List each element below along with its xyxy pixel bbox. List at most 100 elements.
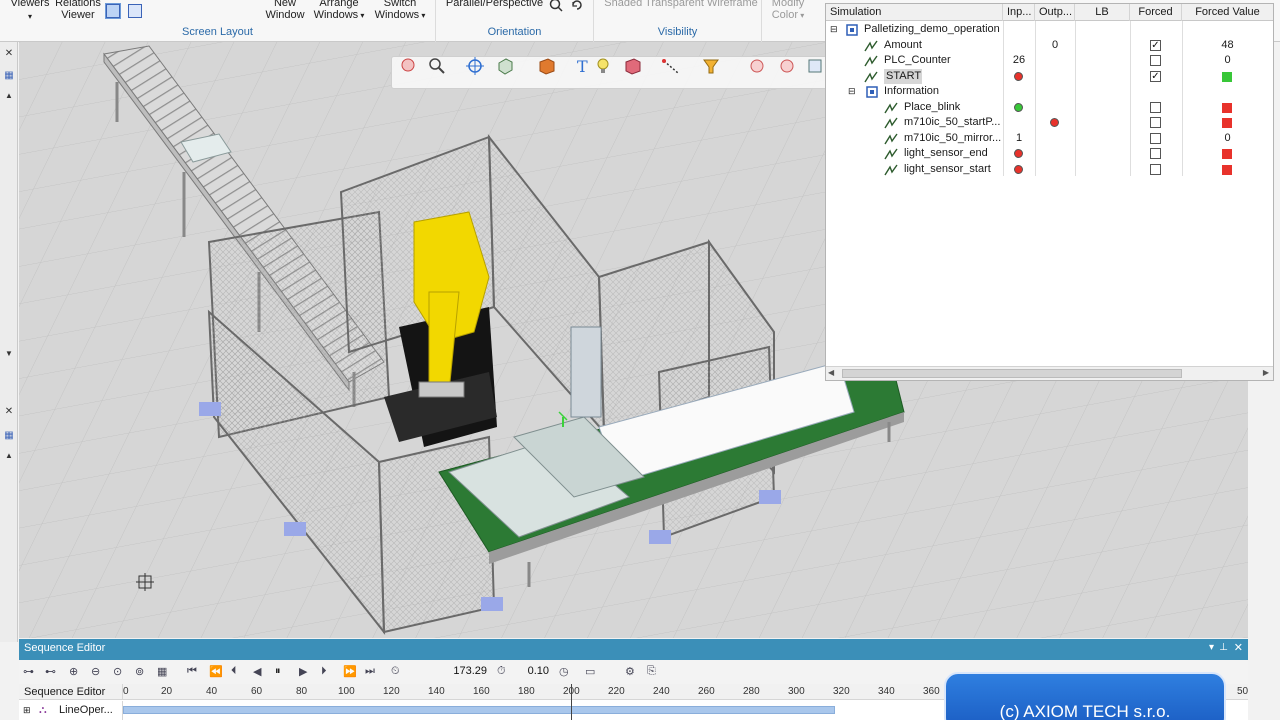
sim-row[interactable]: START ✓ xyxy=(826,68,1273,84)
zoom-fit-icon[interactable] xyxy=(549,0,563,12)
snapshot-icon[interactable] xyxy=(748,57,766,75)
col-lb[interactable]: LB xyxy=(1075,4,1130,21)
zoom-select-icon[interactable] xyxy=(400,57,418,75)
sim-row[interactable]: PLC_Counter 26 0 xyxy=(826,53,1273,69)
sim-row[interactable]: Place_blink xyxy=(826,100,1273,116)
viewers-button[interactable]: Viewers xyxy=(9,0,51,23)
sim-row[interactable]: light_sensor_end xyxy=(826,146,1273,162)
next-frame-icon[interactable]: ⏵ xyxy=(321,665,327,678)
close-icon[interactable]: ✕ xyxy=(3,406,15,418)
time-step-field[interactable]: 0.10 xyxy=(519,665,549,677)
step-forward-icon[interactable]: ⏩ xyxy=(343,665,357,678)
collapse-icon[interactable]: ⊟ xyxy=(848,84,858,100)
sim-row[interactable]: Amount 0 ✓ 48 xyxy=(826,38,1273,54)
zoom-in-icon[interactable]: ⊕ xyxy=(69,665,78,678)
zoom-fit-icon[interactable]: ⊙ xyxy=(113,665,122,678)
expand-icon[interactable]: ⊞ xyxy=(23,705,31,716)
text-tool-icon[interactable]: T xyxy=(574,57,592,75)
sim-row[interactable]: m710ic_50_mirror... 1 0 xyxy=(826,131,1273,147)
zoom-select-icon[interactable]: ⊚ xyxy=(135,665,144,678)
forced-checkbox[interactable]: ✓ xyxy=(1150,39,1161,51)
arrange-windows-button[interactable]: Arrange Windows xyxy=(311,0,367,22)
display-mode-buttons[interactable]: Shaded Transparent Wireframe xyxy=(602,0,760,9)
unlink-icon[interactable]: ⊷ xyxy=(45,665,56,678)
scroll-up-icon[interactable]: ▲ xyxy=(3,90,15,102)
forced-checkbox[interactable] xyxy=(1150,163,1161,175)
col-input[interactable]: Inp... xyxy=(1003,4,1035,21)
clock-icon[interactable]: ◷ xyxy=(559,665,569,678)
play-reverse-icon[interactable]: ◀ xyxy=(253,665,261,678)
center-view-icon[interactable] xyxy=(466,57,484,75)
export-icon[interactable]: ⎘ xyxy=(647,665,656,678)
forced-value-red[interactable] xyxy=(1222,118,1232,128)
relations-viewer-button[interactable]: Relations Viewer xyxy=(54,0,102,21)
edit-view-icon[interactable] xyxy=(128,4,142,18)
scroll-right-icon[interactable]: ▶ xyxy=(1263,368,1269,377)
sim-row[interactable]: ⊟ Information xyxy=(826,84,1273,100)
measure-icon[interactable] xyxy=(662,57,680,75)
forced-value[interactable]: 0 xyxy=(1182,131,1273,147)
grid-view-icon[interactable]: ▦ xyxy=(157,665,167,678)
pin-icon[interactable]: ⊥ xyxy=(1219,642,1228,653)
forced-checkbox[interactable] xyxy=(1150,117,1161,128)
render-mode-icon[interactable] xyxy=(538,57,556,75)
grid-view-icon[interactable] xyxy=(105,3,121,19)
scroll-left-icon[interactable]: ◀ xyxy=(828,368,834,377)
pallet-stack[interactable] xyxy=(570,326,602,418)
chevron-down-icon[interactable]: ▾ xyxy=(1209,642,1214,653)
step-back-icon[interactable]: ⏪ xyxy=(209,665,223,678)
col-forced-value[interactable]: Forced Value xyxy=(1182,4,1273,21)
sim-row[interactable]: m710ic_50_startP... xyxy=(826,115,1273,131)
section-box-icon[interactable] xyxy=(624,57,642,75)
horizontal-scrollbar[interactable]: ◀ ▶ xyxy=(826,366,1273,380)
zoom-out-icon[interactable]: ⊖ xyxy=(91,665,100,678)
new-window-button[interactable]: New Window xyxy=(262,0,308,21)
jump-to-start-icon[interactable]: ⏮ xyxy=(187,665,197,678)
forced-value[interactable]: 48 xyxy=(1182,38,1273,54)
zoom-fit-icon[interactable] xyxy=(428,57,446,75)
forced-checkbox[interactable] xyxy=(1150,55,1161,66)
forced-value-red[interactable] xyxy=(1222,102,1232,113)
forced-value-red[interactable] xyxy=(1222,149,1232,159)
pause-icon[interactable]: ⏸ xyxy=(275,665,281,678)
forced-checkbox[interactable] xyxy=(1150,148,1161,159)
jump-to-end-icon[interactable]: ⏭ xyxy=(365,665,375,678)
rotate-view-icon[interactable] xyxy=(570,0,584,12)
forced-checkbox[interactable]: ✓ xyxy=(1150,70,1161,82)
scroll-down-icon[interactable]: ▼ xyxy=(3,348,15,360)
close-icon[interactable]: ✕ xyxy=(3,48,15,60)
col-forced[interactable]: Forced xyxy=(1130,4,1182,21)
forced-checkbox[interactable] xyxy=(1150,101,1161,113)
close-icon[interactable]: ✕ xyxy=(1234,641,1243,654)
prev-frame-icon[interactable]: ⏴ xyxy=(231,665,237,678)
pick-level-icon[interactable] xyxy=(778,57,796,75)
sequence-row[interactable]: ⊞ ⛬ LineOper... xyxy=(19,701,123,720)
scroll-thumb[interactable] xyxy=(842,369,1182,378)
modify-color-button[interactable]: Modify Color xyxy=(766,0,810,22)
goto-time-icon[interactable]: ⏲ xyxy=(391,665,400,678)
time-cursor[interactable] xyxy=(571,684,572,720)
switch-windows-button[interactable]: Switch Windows xyxy=(371,0,429,22)
col-simulation[interactable]: Simulation xyxy=(826,4,1003,21)
grid-view-icon[interactable]: ▦ xyxy=(3,70,15,82)
grid-view-icon[interactable]: ▦ xyxy=(3,430,15,442)
sim-row[interactable]: light_sensor_start xyxy=(826,162,1273,178)
current-time-field[interactable]: 173.29 xyxy=(443,665,487,677)
forced-checkbox[interactable] xyxy=(1150,132,1161,144)
forced-value[interactable]: 0 xyxy=(1182,53,1273,69)
forced-value-green[interactable] xyxy=(1222,71,1232,82)
monitor-icon[interactable]: ▭ xyxy=(585,665,595,678)
col-output[interactable]: Outp... xyxy=(1035,4,1075,21)
link-icon[interactable]: ⊶ xyxy=(23,665,34,678)
settings-icon[interactable]: ⚙ xyxy=(625,665,635,678)
view-cube-icon[interactable] xyxy=(496,57,514,75)
selection-icon[interactable] xyxy=(806,57,824,75)
parallel-perspective-button[interactable]: Parallel/Perspective xyxy=(442,0,547,9)
forced-value-red[interactable] xyxy=(1222,164,1232,175)
operation-timeline-bar[interactable] xyxy=(123,706,835,714)
sim-row[interactable]: ⊟ Palletizing_demo_operation xyxy=(826,22,1273,38)
collapse-icon[interactable]: ⊟ xyxy=(830,22,840,38)
play-icon[interactable]: ▶ xyxy=(299,665,307,678)
scroll-up-icon[interactable]: ▲ xyxy=(3,450,15,462)
filter-icon[interactable] xyxy=(702,57,720,75)
